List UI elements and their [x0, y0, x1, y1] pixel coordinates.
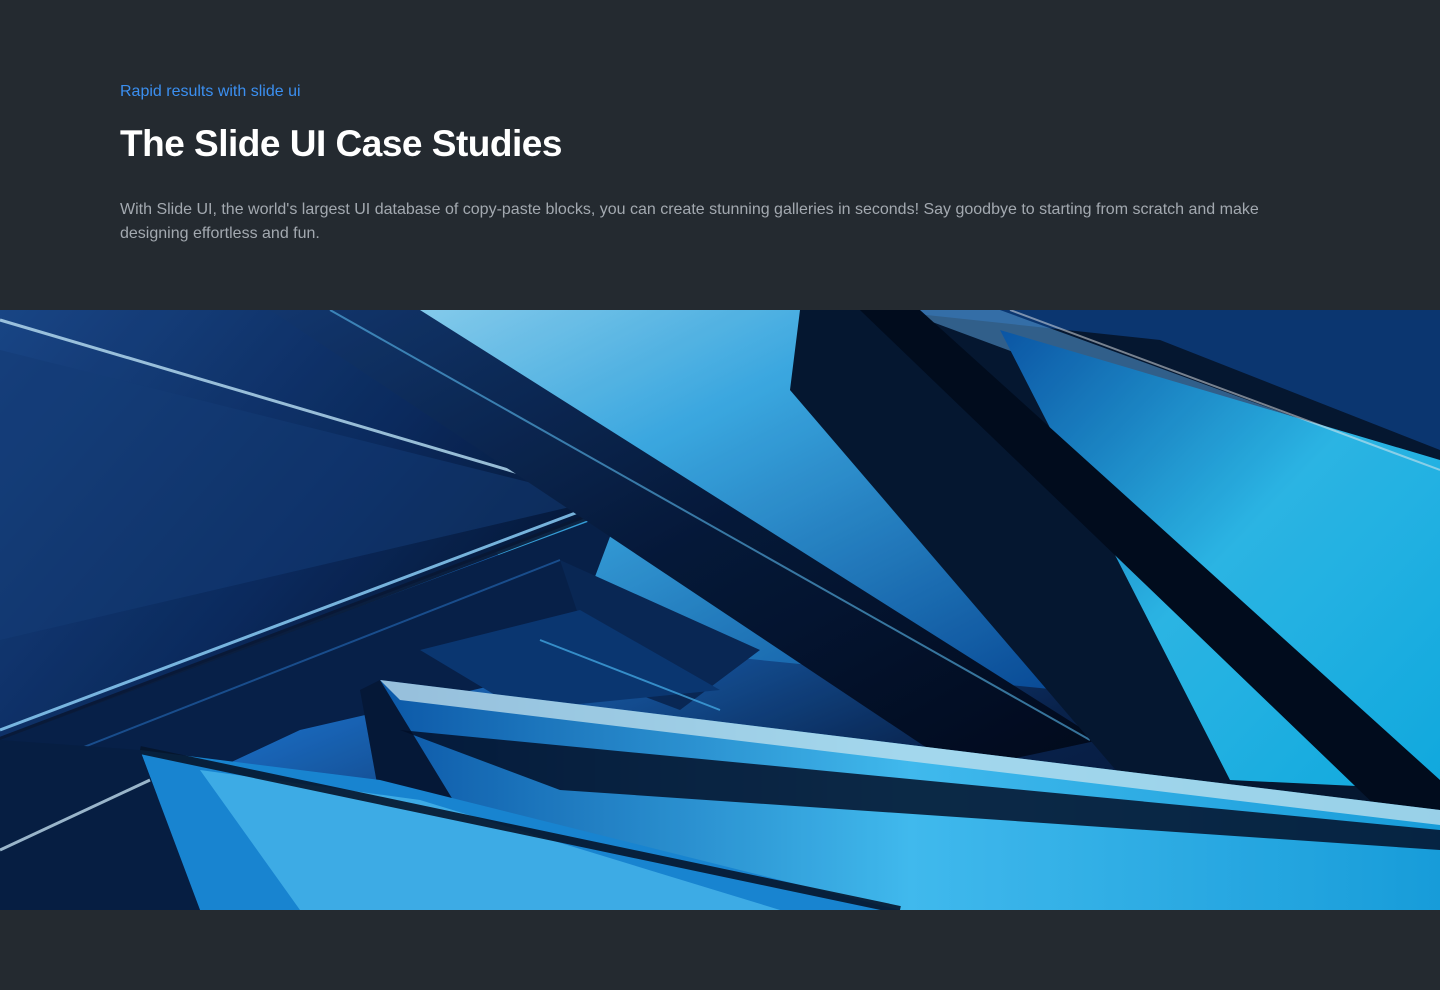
hero-description: With Slide UI, the world's largest UI da… — [120, 201, 1259, 242]
page-title: The Slide UI Case Studies — [120, 123, 562, 164]
hero-banner-image — [0, 310, 1440, 910]
hero-eyebrow: Rapid results with slide ui — [120, 83, 301, 100]
abstract-blue-glass-image-icon — [0, 310, 1440, 910]
